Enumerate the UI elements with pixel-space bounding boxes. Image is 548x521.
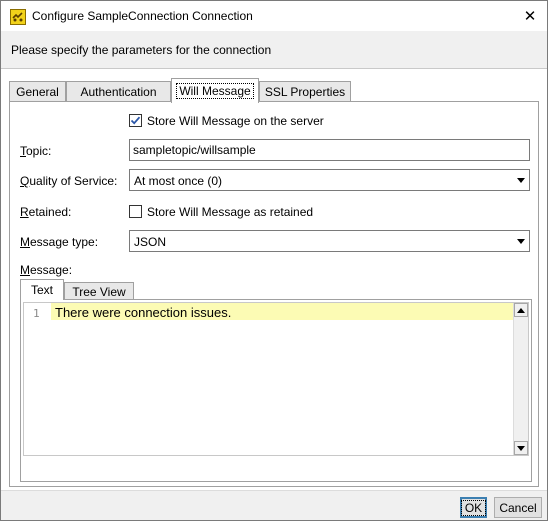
- message-label: Message:: [20, 263, 72, 277]
- scroll-up-button[interactable]: [514, 303, 528, 317]
- message-label-text: Message:: [20, 263, 73, 277]
- dialog-footer: OK Cancel: [1, 490, 547, 520]
- tab-general[interactable]: General: [9, 81, 66, 102]
- header-description: Please specify the parameters for the co…: [11, 43, 272, 57]
- retained-checkbox[interactable]: [129, 205, 142, 218]
- tab-label: SSL Properties: [264, 85, 346, 99]
- tab-label: General: [16, 85, 59, 99]
- tab-label: Text: [30, 283, 53, 297]
- line-number: 1: [33, 307, 40, 320]
- retained-label-text: Retained:: [20, 205, 72, 219]
- close-button[interactable]: ✕: [513, 1, 547, 31]
- scroll-down-button[interactable]: [514, 441, 528, 455]
- tab-label: Authentication: [80, 85, 157, 99]
- tab-ssl-properties[interactable]: SSL Properties: [259, 81, 351, 102]
- store-on-server-label: Store Will Message on the server: [147, 114, 324, 128]
- code-line: There were connection issues.: [55, 305, 232, 320]
- ok-button-label: OK: [460, 499, 487, 516]
- message-type-label-text: Message type:: [20, 235, 99, 249]
- tab-tree-view[interactable]: Tree View: [64, 282, 134, 300]
- message-type-label: Message type:: [20, 235, 98, 249]
- arrow-up-icon: [517, 308, 525, 313]
- tab-label: Will Message: [176, 83, 254, 99]
- editor-frame: 1 There were connection issues.: [20, 299, 532, 482]
- header-band: Please specify the parameters for the co…: [1, 31, 547, 69]
- line-gutter: 1: [24, 303, 51, 455]
- check-icon: [130, 116, 141, 125]
- qos-label: Quality of Service:: [20, 174, 117, 188]
- tab-authentication[interactable]: Authentication: [66, 81, 171, 102]
- title-bar[interactable]: Configure SampleConnection Connection ✕: [1, 1, 547, 31]
- topic-input[interactable]: [129, 139, 530, 161]
- qos-select-value: At most once (0): [134, 174, 223, 188]
- topic-label-text: Topic:: [20, 144, 52, 158]
- qos-label-text: Quality of Service:: [20, 174, 118, 188]
- app-icon: [10, 9, 26, 25]
- will-message-panel: Store Will Message on the server Topic: …: [9, 101, 539, 487]
- tab-will-message[interactable]: Will Message: [171, 78, 259, 103]
- main-area: General Authentication Will Message SSL …: [1, 70, 547, 490]
- vertical-scrollbar[interactable]: [513, 303, 528, 455]
- store-on-server-checkbox[interactable]: [129, 114, 142, 127]
- cancel-button[interactable]: Cancel: [494, 497, 542, 518]
- dialog-window: Configure SampleConnection Connection ✕ …: [0, 0, 548, 521]
- message-editor[interactable]: 1 There were connection issues.: [23, 302, 529, 456]
- window-title: Configure SampleConnection Connection: [32, 9, 253, 23]
- arrow-down-icon: [517, 446, 525, 451]
- message-type-select[interactable]: JSON: [129, 230, 530, 252]
- retained-label: Retained:: [20, 205, 71, 219]
- ok-button[interactable]: OK: [460, 497, 487, 518]
- current-line[interactable]: There were connection issues.: [51, 303, 513, 320]
- qos-select[interactable]: At most once (0): [129, 169, 530, 191]
- topic-label: Topic:: [20, 144, 51, 158]
- chevron-down-icon: [517, 239, 525, 244]
- retained-checkbox-label: Store Will Message as retained: [147, 205, 314, 219]
- message-type-select-value: JSON: [134, 235, 167, 249]
- chevron-down-icon: [517, 178, 525, 183]
- close-icon: ✕: [523, 8, 537, 25]
- tab-label: Tree View: [72, 284, 126, 299]
- tab-text[interactable]: Text: [20, 279, 64, 300]
